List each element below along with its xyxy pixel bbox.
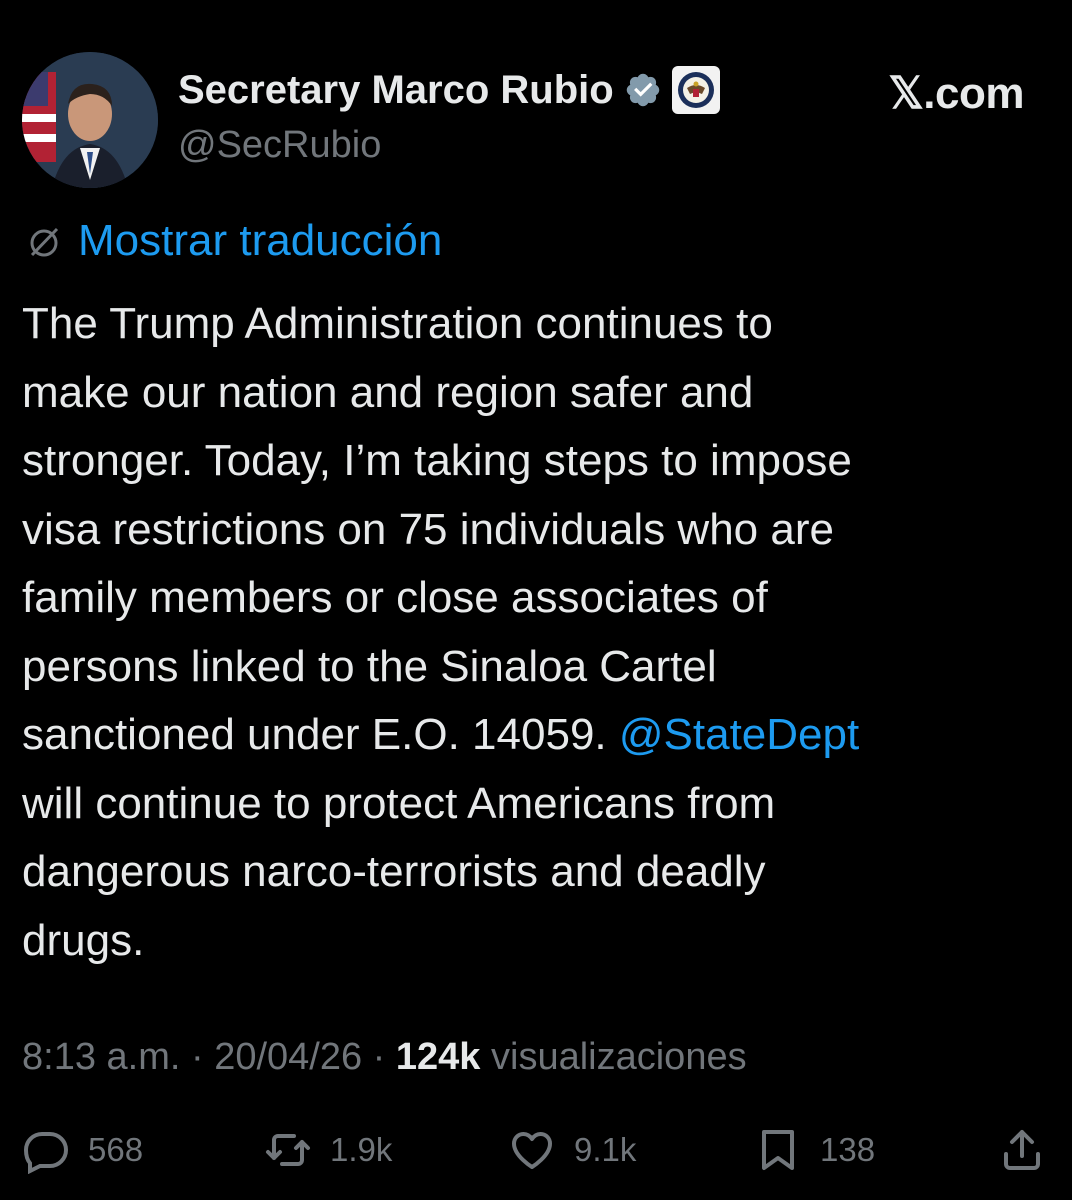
bookmark-count: 138 — [820, 1131, 876, 1168]
avatar[interactable] — [22, 52, 158, 188]
source-label: 𝕏.com — [888, 69, 1024, 118]
bookmark-button[interactable]: 138 — [754, 1126, 875, 1174]
mention-statedept-link[interactable]: @StateDept — [619, 710, 859, 759]
translate-row[interactable]: Mostrar traducción — [24, 216, 442, 266]
author-name-row[interactable]: Secretary Marco Rubio — [178, 66, 720, 114]
state-department-seal-icon — [671, 66, 720, 114]
tweet-date[interactable]: 20/04/26 — [214, 1036, 362, 1078]
tweet-text-part: The Trump Administration continues to ma… — [22, 299, 852, 759]
meta-separator: · — [180, 1036, 215, 1078]
repost-icon — [266, 1134, 310, 1166]
reply-icon — [23, 1132, 69, 1174]
action-bar: 568 1.9k 9.1k 138 — [0, 1126, 1072, 1182]
views-label: visualizaciones — [480, 1036, 747, 1078]
tweet-text: The Trump Administration continues to ma… — [22, 290, 1042, 975]
bookmark-icon — [762, 1130, 794, 1170]
reply-count: 568 — [88, 1131, 144, 1168]
repost-button[interactable]: 1.9k — [264, 1126, 392, 1174]
reply-button[interactable]: 568 — [22, 1126, 143, 1174]
views-count: 124k — [395, 1036, 481, 1078]
no-translation-icon — [30, 227, 59, 257]
tweet-meta: 8:13 a.m. · 20/04/26 · 124k visualizacio… — [22, 1036, 747, 1079]
repost-count: 1.9k — [330, 1131, 393, 1168]
author-handle[interactable]: @SecRubio — [178, 124, 381, 167]
show-translation-link[interactable]: Mostrar traducción — [78, 216, 442, 266]
share-button[interactable] — [998, 1126, 1046, 1174]
avatar-photo — [22, 52, 158, 188]
tweet-text-part: will continue to protect Americans from … — [22, 778, 776, 965]
meta-separator: · — [362, 1036, 396, 1078]
author-name[interactable]: Secretary Marco Rubio — [178, 68, 614, 113]
share-icon — [1004, 1130, 1040, 1170]
like-count: 9.1k — [574, 1131, 637, 1168]
like-button[interactable]: 9.1k — [508, 1126, 636, 1174]
tweet-time[interactable]: 8:13 a.m. — [22, 1036, 180, 1078]
verified-badge-icon — [626, 73, 659, 107]
heart-icon — [512, 1132, 552, 1169]
